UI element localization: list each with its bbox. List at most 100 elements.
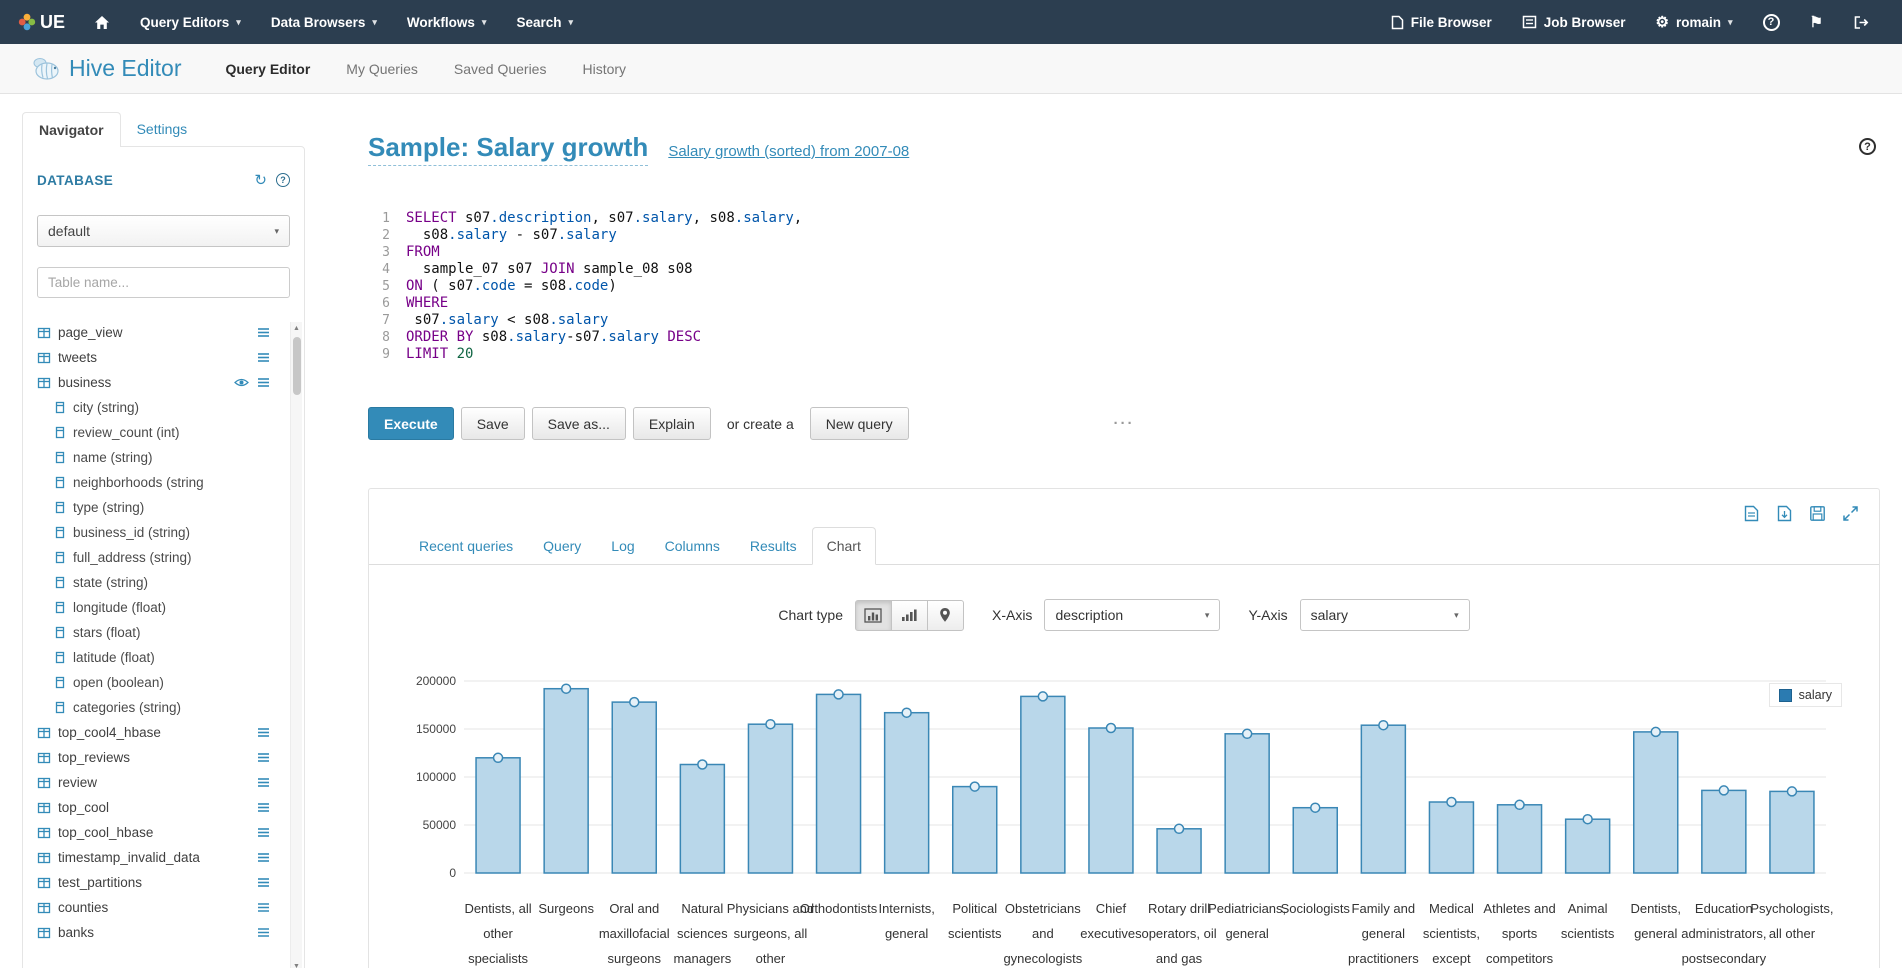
table-row[interactable]: counties: [37, 895, 290, 920]
table-row[interactable]: banks: [37, 920, 290, 945]
y-axis-select[interactable]: salary ▾: [1300, 599, 1470, 631]
tab-recent-queries[interactable]: Recent queries: [404, 527, 528, 565]
preview-eye-icon[interactable]: [234, 377, 249, 388]
download-csv-icon[interactable]: [1776, 505, 1793, 522]
chart-bar[interactable]: [748, 724, 792, 873]
refresh-icon[interactable]: ↻: [254, 171, 267, 189]
table-row[interactable]: top_cool: [37, 795, 290, 820]
table-row[interactable]: review: [37, 770, 290, 795]
table-row[interactable]: tweets: [37, 345, 290, 370]
chart-bar[interactable]: [1157, 829, 1201, 873]
chart-bar[interactable]: [1634, 732, 1678, 873]
chart-point[interactable]: [1583, 815, 1592, 824]
chart-point[interactable]: [1243, 729, 1252, 738]
tab-columns[interactable]: Columns: [650, 527, 735, 565]
chart-point[interactable]: [834, 690, 843, 699]
scroll-down-icon[interactable]: ▼: [293, 960, 300, 968]
columns-list-icon[interactable]: [257, 377, 270, 388]
chart-type-bars-button[interactable]: [891, 600, 928, 631]
chart-point[interactable]: [902, 708, 911, 717]
sql-editor[interactable]: 1SELECT s07.description, s07.salary, s08…: [368, 210, 1880, 363]
chart-bar[interactable]: [1293, 808, 1337, 873]
tab-saved-queries[interactable]: Saved Queries: [454, 61, 547, 77]
column-row[interactable]: state (string): [37, 570, 290, 595]
table-row[interactable]: top_cool_hbase: [37, 820, 290, 845]
chart-point[interactable]: [1515, 800, 1524, 809]
chart-bar[interactable]: [1770, 791, 1814, 873]
tab-query[interactable]: Query: [528, 527, 596, 565]
chart-bar[interactable]: [885, 713, 929, 873]
column-row[interactable]: name (string): [37, 445, 290, 470]
column-row[interactable]: open (boolean): [37, 670, 290, 695]
chart-bar[interactable]: [1429, 802, 1473, 873]
columns-list-icon[interactable]: [257, 352, 270, 363]
chart-point[interactable]: [970, 782, 979, 791]
menu-data-browsers[interactable]: Data Browsers ▾: [256, 0, 392, 44]
table-search-input[interactable]: [37, 267, 290, 298]
table-row[interactable]: test_partitions: [37, 870, 290, 895]
tab-results[interactable]: Results: [735, 527, 812, 565]
database-select[interactable]: default ▾: [37, 215, 290, 247]
tab-navigator[interactable]: Navigator: [22, 112, 121, 147]
chart-bar[interactable]: [612, 702, 656, 873]
tab-query-editor[interactable]: Query Editor: [225, 61, 310, 77]
scrollbar-thumb[interactable]: [293, 337, 301, 395]
chart-bar[interactable]: [1225, 734, 1269, 873]
chart-bar[interactable]: [1702, 790, 1746, 873]
resize-handle[interactable]: ···: [1114, 415, 1135, 432]
tab-my-queries[interactable]: My Queries: [346, 61, 418, 77]
chart-bar[interactable]: [1089, 728, 1133, 873]
column-row[interactable]: business_id (string): [37, 520, 290, 545]
chart-bar[interactable]: [544, 689, 588, 873]
tab-chart[interactable]: Chart: [812, 527, 876, 565]
job-browser-button[interactable]: Job Browser: [1507, 0, 1641, 44]
chart-point[interactable]: [1719, 786, 1728, 795]
chart-point[interactable]: [766, 720, 775, 729]
chart-bar[interactable]: [1566, 819, 1610, 873]
query-help-icon[interactable]: ?: [1859, 138, 1876, 155]
chart-point[interactable]: [1175, 824, 1184, 833]
columns-list-icon[interactable]: [257, 852, 270, 863]
columns-list-icon[interactable]: [257, 777, 270, 788]
table-row[interactable]: business: [37, 370, 290, 395]
column-row[interactable]: review_count (int): [37, 420, 290, 445]
chart-point[interactable]: [494, 753, 503, 762]
chart-bar[interactable]: [1361, 725, 1405, 873]
columns-list-icon[interactable]: [257, 727, 270, 738]
help-button[interactable]: ?: [1748, 0, 1795, 44]
chart-point[interactable]: [630, 698, 639, 707]
chart-point[interactable]: [562, 684, 571, 693]
file-browser-button[interactable]: File Browser: [1376, 0, 1507, 44]
chart-bar[interactable]: [476, 758, 520, 873]
query-subtitle-link[interactable]: Salary growth (sorted) from 2007-08: [668, 143, 909, 160]
menu-search[interactable]: Search ▾: [501, 0, 588, 44]
chart-point[interactable]: [1651, 727, 1660, 736]
columns-list-icon[interactable]: [257, 752, 270, 763]
chart-point[interactable]: [1106, 724, 1115, 733]
execute-button[interactable]: Execute: [368, 407, 454, 440]
chart-point[interactable]: [1038, 692, 1047, 701]
explain-button[interactable]: Explain: [633, 407, 711, 440]
column-row[interactable]: categories (string): [37, 695, 290, 720]
save-as-button[interactable]: Save as...: [532, 407, 626, 440]
columns-list-icon[interactable]: [257, 827, 270, 838]
hue-logo[interactable]: UE: [18, 12, 65, 33]
columns-list-icon[interactable]: [257, 927, 270, 938]
column-row[interactable]: longitude (float): [37, 595, 290, 620]
sidebar-scrollbar[interactable]: ▲ ▼: [290, 322, 302, 968]
chart-bar[interactable]: [1498, 805, 1542, 873]
flag-button[interactable]: ⚑: [1795, 0, 1838, 44]
columns-list-icon[interactable]: [257, 902, 270, 913]
table-row[interactable]: timestamp_invalid_data: [37, 845, 290, 870]
column-row[interactable]: neighborhoods (string: [37, 470, 290, 495]
chart-bar[interactable]: [1021, 696, 1065, 873]
user-menu[interactable]: ⚙ romain ▾: [1641, 0, 1748, 44]
x-axis-select[interactable]: description ▾: [1044, 599, 1220, 631]
chart-bar[interactable]: [817, 694, 861, 873]
column-row[interactable]: full_address (string): [37, 545, 290, 570]
chart-point[interactable]: [1787, 787, 1796, 796]
chart-point[interactable]: [1379, 721, 1388, 730]
menu-query-editors[interactable]: Query Editors ▾: [125, 0, 256, 44]
query-title[interactable]: Sample: Salary growth: [368, 132, 648, 166]
new-query-button[interactable]: New query: [810, 407, 909, 440]
